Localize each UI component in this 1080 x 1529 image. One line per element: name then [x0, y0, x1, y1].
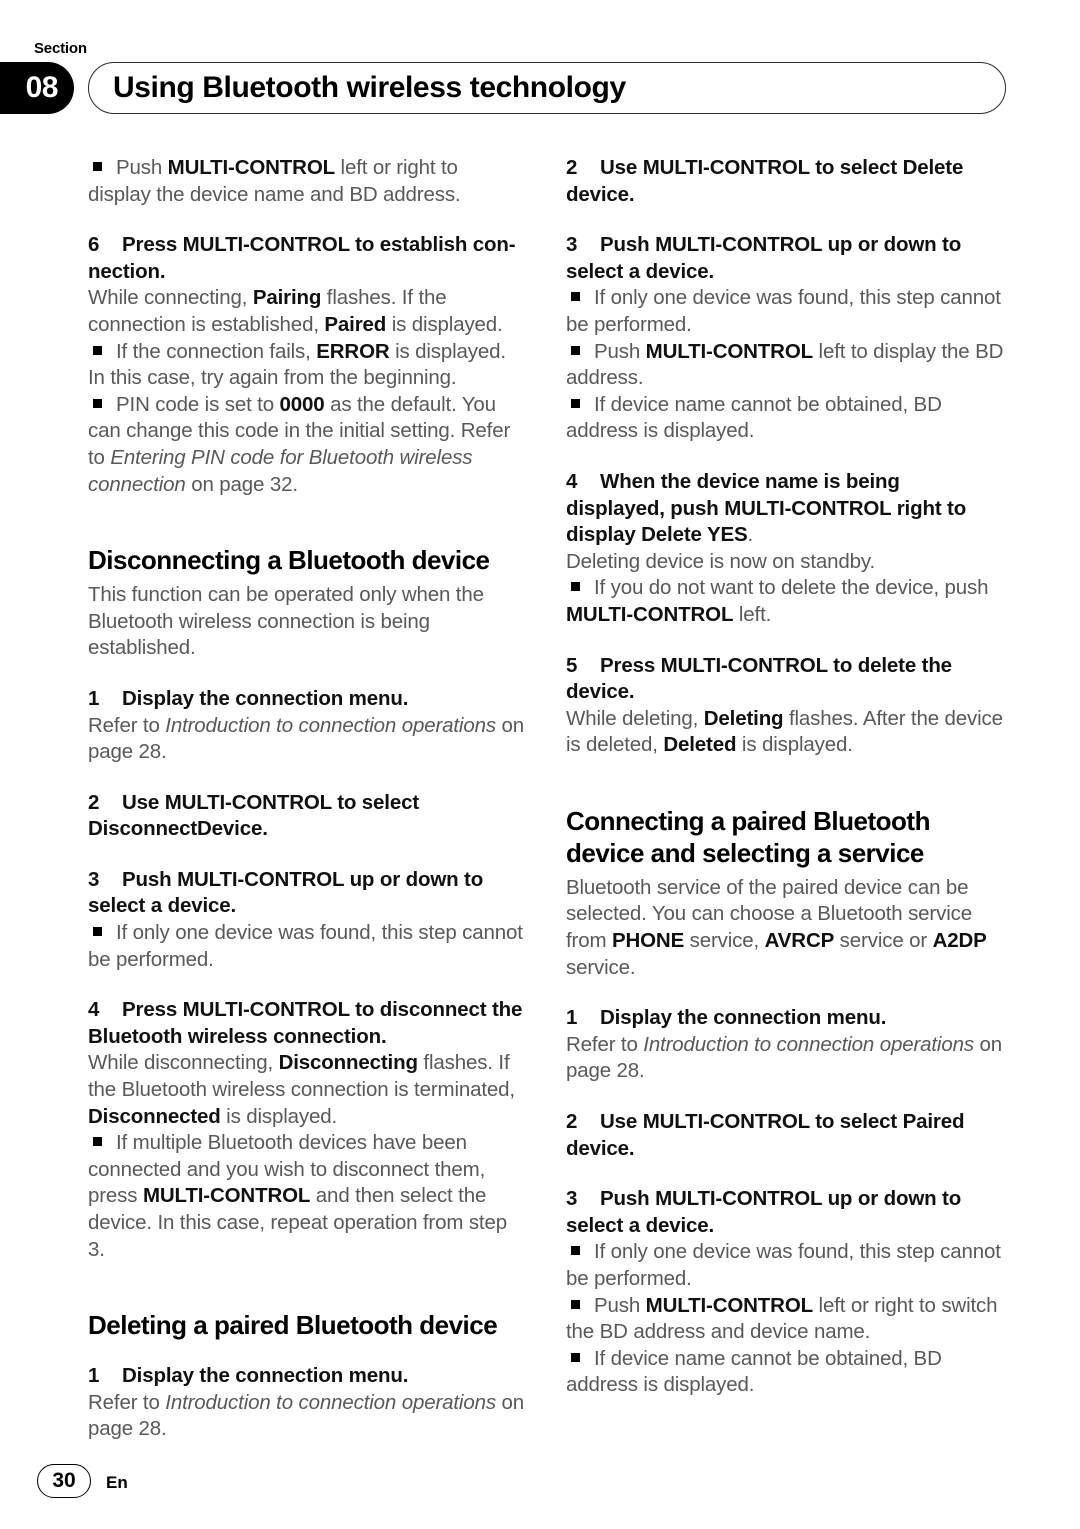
delete-step-1: 1 Display the connection menu.: [88, 1364, 409, 1388]
disconnecting-intro: This function can be operated only when …: [88, 583, 484, 660]
bullet-square-icon: [93, 1137, 102, 1147]
section-number-badge: 08: [0, 62, 74, 114]
left-column: Push MULTI-CONTROL left or right to disp…: [88, 155, 526, 1443]
page-number-badge: 30: [37, 1464, 91, 1498]
bullet-square-icon: [571, 1246, 580, 1256]
delete-step-2: 2 Use MULTI-CONTROL to select Delete devi…: [566, 156, 964, 206]
delete-step-3: 3 Push MULTI-CONTROL up or down to select…: [566, 233, 962, 283]
bullet-square-icon: [93, 162, 102, 171]
step-6-body: While connecting, Pairing flashes. If th…: [88, 286, 503, 336]
delete-step-4: 4 When the device name is being displayed…: [566, 469, 967, 547]
bullet-square-icon: [93, 927, 102, 937]
bullet-square-icon: [571, 345, 580, 355]
disconnect-step-3: 3 Push MULTI-CONTROL up or down to select…: [88, 867, 484, 918]
bullet-square-icon: [571, 1352, 580, 1362]
delete-step-3-bullet-1: If only one device was found, this step …: [566, 286, 1001, 336]
chapter-title-pill: Using Bluetooth wireless technology: [88, 62, 1006, 114]
right-column: 2 Use MULTI-CONTROL to select Delete devi…: [566, 155, 1004, 1399]
bullet-pin-code: PIN code is set to 0000 as the default. …: [88, 392, 511, 496]
delete-step-4-bullet: If you do not want to delete the device,…: [566, 576, 989, 626]
disconnect-step-2: 2 Use MULTI-CONTROL to select DisconnectD…: [88, 790, 420, 841]
connect-step-2: 2 Use MULTI-CONTROL to select Paired devi…: [566, 1110, 965, 1160]
delete-step-1-body: Refer to Introduction to connection oper…: [88, 1390, 524, 1441]
language-code: En: [106, 1473, 128, 1492]
heading-deleting-paired-bluetooth-device: Deleting a paired Bluetooth device: [88, 1310, 498, 1341]
bullet-square-icon: [571, 292, 580, 302]
connect-step-3: 3 Push MULTI-CONTROL up or down to select…: [566, 1187, 962, 1237]
delete-step-3-bullet-3: If device name cannot be obtained, BD ad…: [566, 392, 942, 443]
delete-step-3-bullet-2: Push MULTI-CONTROL left to display the B…: [566, 339, 1004, 390]
bullet-square-icon: [93, 345, 102, 355]
bullet-push-display-name: Push MULTI-CONTROL left or right to disp…: [88, 156, 461, 206]
bullet-square-icon: [93, 398, 102, 408]
heading-connecting-paired-device: Connecting a paired Bluetooth device and…: [566, 805, 930, 868]
connect-step-1: 1 Display the connection menu.: [566, 1006, 887, 1030]
connect-step-1-body: Refer to Introduction to connection oper…: [566, 1032, 1002, 1083]
connect-step-3-bullet-3: If device name cannot be obtained, BD ad…: [566, 1346, 942, 1397]
disconnect-step-4-bullet: If multiple Bluetooth devices have been …: [88, 1131, 507, 1261]
bullet-error: If the connection fails, ERROR is displa…: [88, 339, 506, 390]
bullet-square-icon: [571, 1299, 580, 1309]
section-label: Section: [34, 40, 87, 57]
step-6: 6 Press MULTI-CONTROL to establish con-ne…: [88, 233, 516, 283]
page-title: Using Bluetooth wireless technology: [113, 71, 626, 104]
connect-step-3-bullet-1: If only one device was found, this step …: [566, 1240, 1001, 1290]
delete-step-4-body: Deleting device is now on standby.: [566, 549, 876, 573]
bullet-square-icon: [571, 582, 580, 592]
disconnect-step-3-bullet: If only one device was found, this step …: [88, 921, 523, 971]
disconnect-step-4-body: While disconnecting, Disconnecting flash…: [88, 1051, 515, 1128]
page-header: Section 08 Using Bluetooth wireless tech…: [0, 0, 1080, 125]
connect-step-3-bullet-2: Push MULTI-CONTROL left or right to swit…: [566, 1293, 998, 1344]
disconnect-step-1-body: Refer to Introduction to connection oper…: [88, 713, 524, 764]
disconnect-step-4: 4 Press MULTI-CONTROL to disconnect the B…: [88, 998, 523, 1048]
bullet-square-icon: [571, 398, 580, 408]
disconnect-step-1: 1 Display the connection menu.: [88, 686, 409, 710]
heading-disconnecting-bluetooth-device: Disconnecting a Bluetooth device: [88, 545, 490, 576]
delete-step-5: 5 Press MULTI-CONTROL to delete the devic…: [566, 653, 952, 704]
delete-step-5-body: While deleting, Deleting flashes. After …: [566, 706, 1003, 757]
connecting-intro: Bluetooth service of the paired device c…: [566, 875, 987, 979]
